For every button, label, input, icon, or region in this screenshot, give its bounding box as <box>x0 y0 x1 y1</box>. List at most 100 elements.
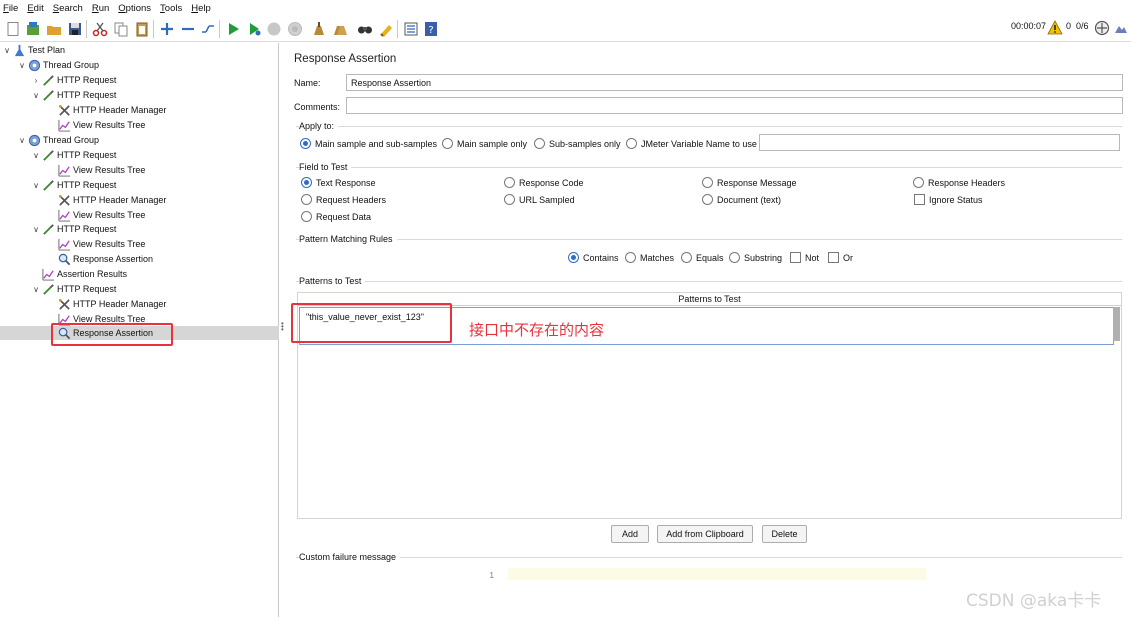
menu-file[interactable]: File <box>3 3 18 14</box>
tree-node-http-request[interactable]: ∨ HTTP Request <box>31 282 116 296</box>
field-response-headers-radio[interactable]: Response Headers <box>913 177 1005 188</box>
shutdown-icon[interactable] <box>286 20 303 37</box>
warning-icon[interactable] <box>1046 19 1063 36</box>
log-viewer-icon[interactable] <box>1112 19 1129 36</box>
collapse-toggle[interactable]: ∨ <box>31 225 41 234</box>
tree-node-view-results-tree[interactable]: View Results Tree <box>47 163 145 177</box>
field-to-test-title: Field to Test <box>299 162 352 172</box>
add-from-clipboard-button[interactable]: Add from Clipboard <box>657 525 753 543</box>
tree-node-http-request[interactable]: ∨ HTTP Request <box>31 88 116 102</box>
function-helper-icon[interactable] <box>402 20 419 37</box>
remote-icon[interactable] <box>1093 19 1110 36</box>
collapse-toggle[interactable]: ∨ <box>31 91 41 100</box>
jmeter-variable-input[interactable] <box>759 134 1120 151</box>
expand-icon[interactable] <box>158 20 175 37</box>
menu-tools[interactable]: Tools <box>160 3 182 14</box>
apply-main-and-sub-radio[interactable]: Main sample and sub-samples <box>300 138 437 149</box>
apply-sub-only-radio[interactable]: Sub-samples only <box>534 138 621 149</box>
reset-search-icon[interactable] <box>377 20 394 37</box>
start-icon[interactable] <box>224 20 241 37</box>
menu-options[interactable]: Options <box>118 3 151 14</box>
comments-field[interactable] <box>346 97 1123 114</box>
name-field[interactable]: Response Assertion <box>346 74 1123 91</box>
clear-all-icon[interactable] <box>331 20 348 37</box>
paste-icon[interactable] <box>133 20 150 37</box>
rule-equals-radio[interactable]: Equals <box>681 252 724 263</box>
highlight-box <box>291 303 452 343</box>
line-number: 1 <box>481 568 508 605</box>
open-icon[interactable] <box>45 20 62 37</box>
rule-not-checkbox[interactable]: Not <box>790 252 819 263</box>
help-icon[interactable]: ? <box>422 20 439 37</box>
warning-count: 0 <box>1066 21 1072 31</box>
failure-message-editor[interactable]: 1 <box>481 568 933 605</box>
tree-node-thread-group[interactable]: ∨ Thread Group <box>17 58 99 72</box>
expand-toggle[interactable]: › <box>31 76 41 85</box>
rule-substring-radio[interactable]: Substring <box>729 252 782 263</box>
menu-help[interactable]: Help <box>191 3 211 14</box>
rule-or-checkbox[interactable]: Or <box>828 252 853 263</box>
tree-node-http-request[interactable]: › HTTP Request <box>31 73 116 87</box>
collapse-toggle[interactable]: ∨ <box>31 285 41 294</box>
delete-button[interactable]: Delete <box>762 525 807 543</box>
tree-node-http-request[interactable]: ∨ HTTP Request <box>31 222 116 236</box>
menu-run[interactable]: Run <box>92 3 109 14</box>
menu-search[interactable]: Search <box>53 3 83 14</box>
gear-icon <box>27 59 41 72</box>
collapse-icon[interactable] <box>179 20 196 37</box>
tree-node-test-plan[interactable]: ∨ Test Plan <box>2 43 65 57</box>
field-response-code-radio[interactable]: Response Code <box>504 177 584 188</box>
tree-node-http-request[interactable]: ∨ HTTP Request <box>31 148 116 162</box>
save-icon[interactable] <box>66 20 83 37</box>
collapse-toggle[interactable]: ∨ <box>17 61 27 70</box>
start-no-pause-icon[interactable] <box>245 20 262 37</box>
tree-node-view-results-tree[interactable]: View Results Tree <box>47 237 145 251</box>
ignore-status-checkbox[interactable]: Ignore Status <box>914 194 983 205</box>
tree-node-response-assertion[interactable]: Response Assertion <box>47 252 153 266</box>
pipette-icon <box>41 179 55 192</box>
collapse-toggle[interactable]: ∨ <box>31 181 41 190</box>
pattern-rules-title: Pattern Matching Rules <box>299 234 397 244</box>
field-request-data-radio[interactable]: Request Data <box>301 211 371 222</box>
search-icon[interactable] <box>356 20 373 37</box>
collapse-toggle[interactable]: ∨ <box>17 136 27 145</box>
pipette-icon <box>41 74 55 87</box>
tree-node-view-results-tree[interactable]: View Results Tree <box>47 118 145 132</box>
field-request-headers-radio[interactable]: Request Headers <box>301 194 386 205</box>
copy-icon[interactable] <box>112 20 129 37</box>
menu-edit[interactable]: Edit <box>27 3 43 14</box>
chart-icon <box>57 238 71 251</box>
tree-node-http-header-manager[interactable]: HTTP Header Manager <box>47 103 166 117</box>
field-document-text-radio[interactable]: Document (text) <box>702 194 781 205</box>
tree-node-thread-group[interactable]: ∨ Thread Group <box>17 133 99 147</box>
cut-icon[interactable] <box>91 20 108 37</box>
table-scrollbar[interactable] <box>1113 307 1120 341</box>
rule-contains-radio[interactable]: Contains <box>568 252 619 263</box>
collapse-toggle[interactable]: ∨ <box>2 46 12 55</box>
tree-node-assertion-results[interactable]: Assertion Results <box>31 267 127 281</box>
add-button[interactable]: Add <box>611 525 649 543</box>
clear-icon[interactable] <box>310 20 327 37</box>
response-assertion-panel: Response Assertion Name: Response Assert… <box>284 43 1131 617</box>
gear-icon <box>27 134 41 147</box>
tree-node-http-header-manager[interactable]: HTTP Header Manager <box>47 297 166 311</box>
tree-node-http-header-manager[interactable]: HTTP Header Manager <box>47 193 166 207</box>
stop-icon[interactable] <box>265 20 282 37</box>
collapse-toggle[interactable]: ∨ <box>31 151 41 160</box>
field-response-message-radio[interactable]: Response Message <box>702 177 797 188</box>
tree-node-http-request[interactable]: ∨ HTTP Request <box>31 178 116 192</box>
name-label: Name: <box>294 78 321 88</box>
test-plan-icon <box>12 44 26 57</box>
chart-icon <box>41 268 55 281</box>
apply-main-only-radio[interactable]: Main sample only <box>442 138 527 149</box>
field-text-response-radio[interactable]: Text Response <box>301 177 376 188</box>
apply-jmeter-variable-radio[interactable]: JMeter Variable Name to use <box>626 138 757 149</box>
rule-matches-radio[interactable]: Matches <box>625 252 674 263</box>
toggle-icon[interactable] <box>199 20 216 37</box>
field-url-sampled-radio[interactable]: URL Sampled <box>504 194 575 205</box>
thread-count: 0/6 <box>1076 21 1089 31</box>
new-icon[interactable] <box>4 20 21 37</box>
test-plan-tree: ∨ Test Plan ∨ Thread Group › HTTP Reques… <box>0 43 279 617</box>
templates-icon[interactable] <box>24 20 41 37</box>
tree-node-view-results-tree[interactable]: View Results Tree <box>47 208 145 222</box>
